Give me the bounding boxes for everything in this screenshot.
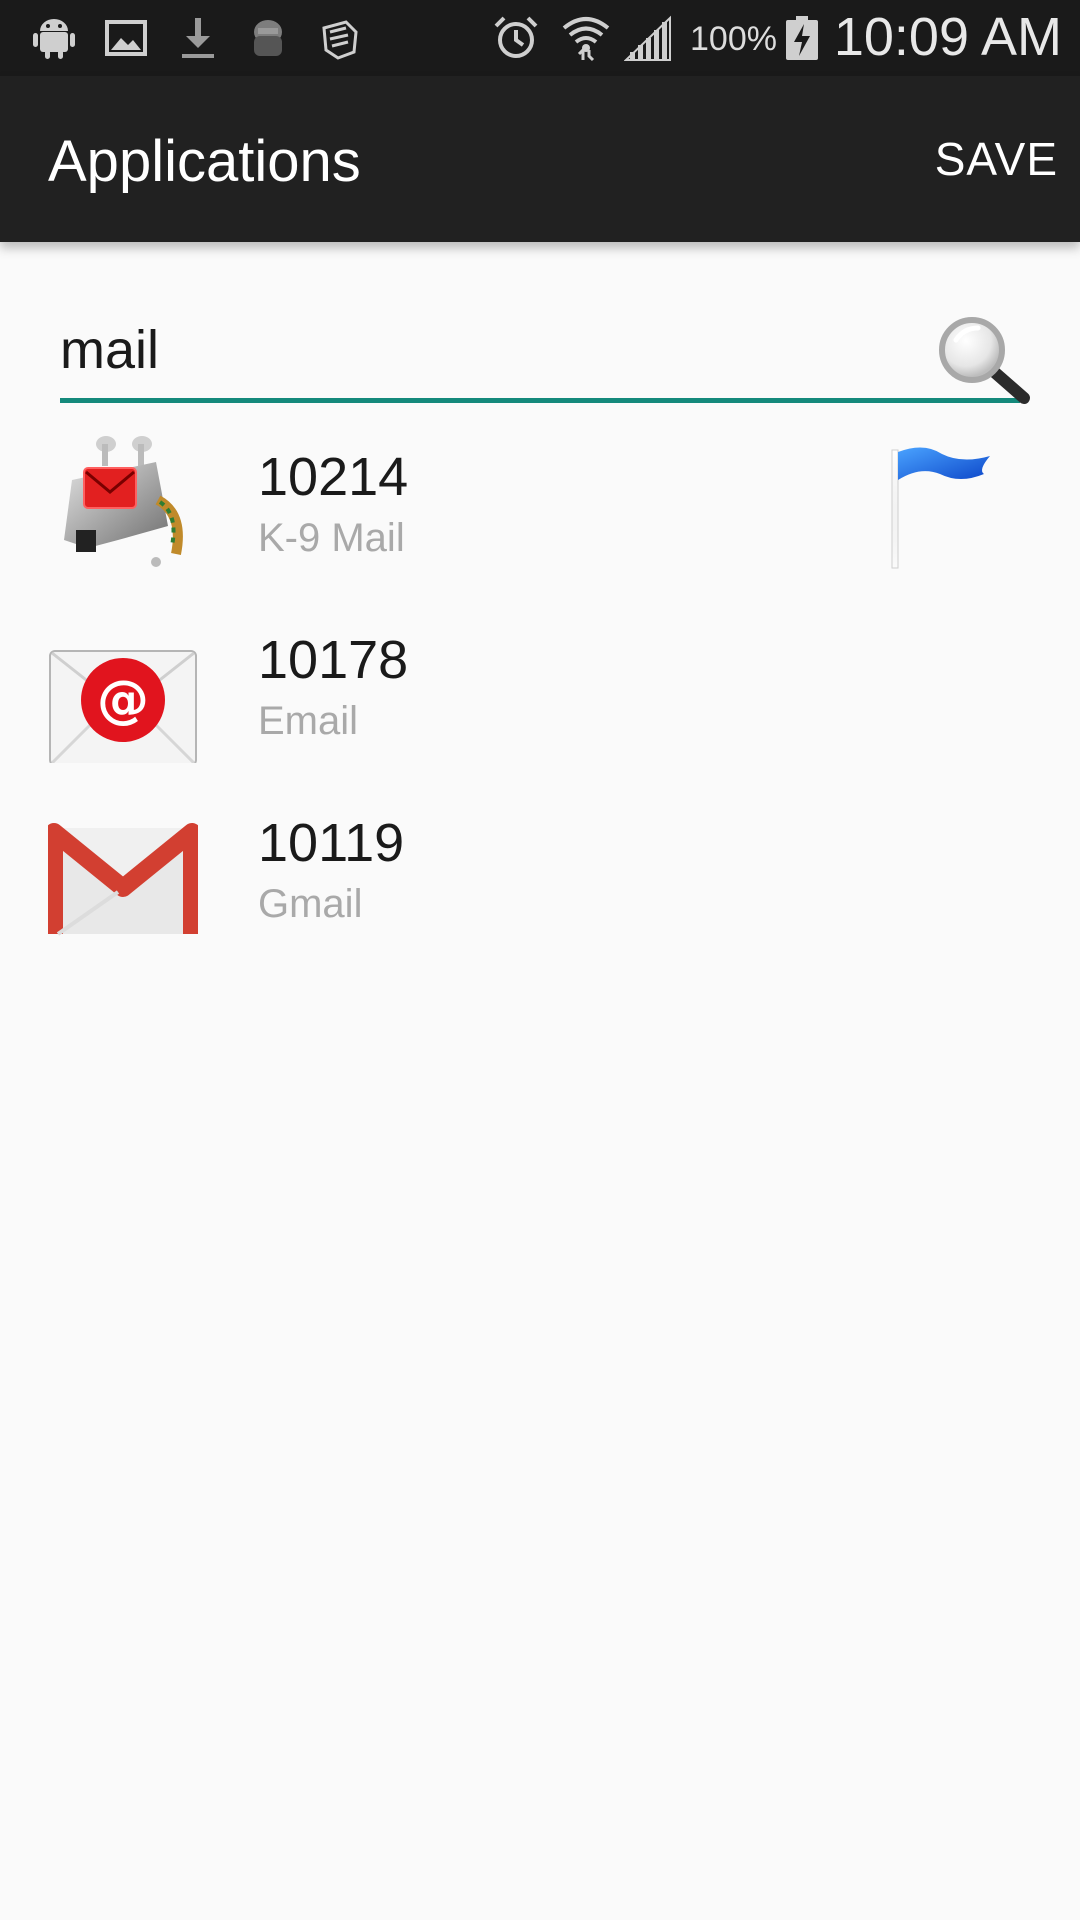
app-bar: Applications SAVE [0,76,1080,242]
app-uid: 10119 [258,813,405,873]
k9-mail-icon [64,436,183,567]
app-uid: 10214 [258,447,409,507]
app-name: Email [258,699,359,743]
search-input[interactable] [60,318,900,382]
clock: 10:09 AM [833,7,1062,67]
app-list: 10214 K-9 Mail @ 10178 Email 10119 Gmail [0,420,1080,969]
search-bar [60,308,1030,404]
battery-percent: 100% [690,20,777,58]
page-title: Applications [48,129,361,194]
app-uid: 10178 [258,630,409,690]
svg-text:@: @ [97,670,149,730]
app-name: Gmail [258,882,363,926]
download-icon [182,18,214,58]
battery-charging-icon [786,16,818,60]
fist-icon [322,20,358,60]
email-icon: @ [49,650,197,763]
signal-icon [624,15,671,61]
image-icon [105,20,147,56]
list-item[interactable]: 10214 K-9 Mail [0,420,1080,603]
search-underline [60,398,1020,403]
android-icon [33,19,75,59]
alarm-icon [494,16,538,58]
save-button[interactable]: SAVE [935,132,1058,186]
wifi-icon [562,17,610,62]
gmail-icon [48,823,198,936]
spy-icon [254,20,282,56]
flag-icon[interactable] [880,440,1000,570]
list-item[interactable]: 10119 Gmail [0,786,1080,969]
status-bar: 100% 10:09 AM [0,0,1080,76]
app-name: K-9 Mail [258,516,405,560]
list-item[interactable]: @ 10178 Email [0,603,1080,786]
magnifier-icon[interactable] [934,314,1034,406]
